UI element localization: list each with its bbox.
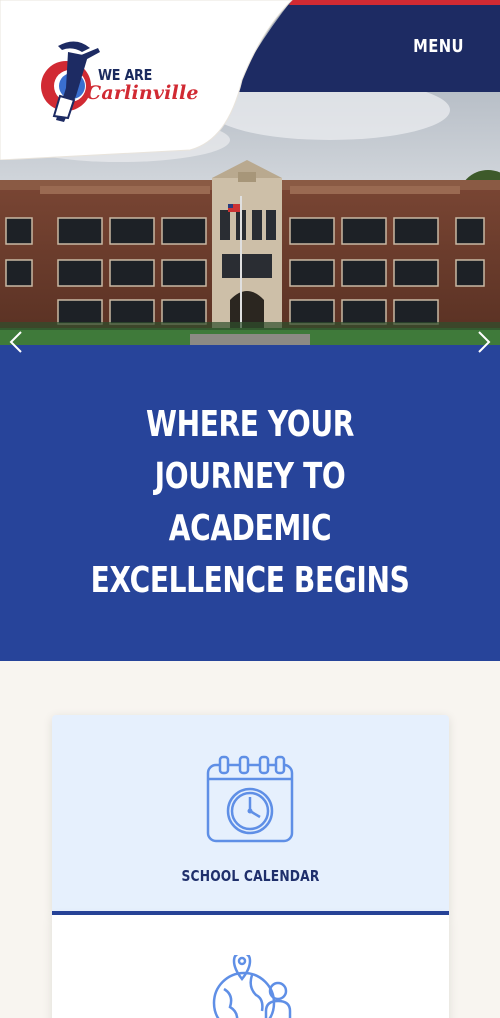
- quick-link-school-calendar[interactable]: SCHOOL CALENDAR: [52, 715, 449, 915]
- calendar-clock-icon: [206, 755, 294, 843]
- slider-next-button[interactable]: [474, 328, 494, 356]
- logo-line-2: Carlinville: [86, 82, 199, 104]
- card-label: SCHOOL CALENDAR: [181, 867, 320, 885]
- site-header: WE ARE Carlinville MENU: [0, 0, 500, 160]
- quick-links: SCHOOL CALENDAR: [52, 715, 449, 1018]
- slider-prev-button[interactable]: [6, 328, 26, 356]
- tagline-section: WHERE YOUR JOURNEY TO ACADEMIC EXCELLENC…: [0, 345, 500, 661]
- globe-person-icon: [212, 955, 292, 1018]
- chevron-right-icon: [478, 331, 491, 353]
- tagline-heading: WHERE YOUR JOURNEY TO ACADEMIC EXCELLENC…: [90, 404, 410, 601]
- chevron-left-icon: [9, 331, 22, 353]
- carlinville-logo[interactable]: WE ARE Carlinville: [38, 36, 198, 126]
- menu-button[interactable]: MENU: [413, 36, 464, 57]
- quick-link-second[interactable]: [52, 915, 449, 1018]
